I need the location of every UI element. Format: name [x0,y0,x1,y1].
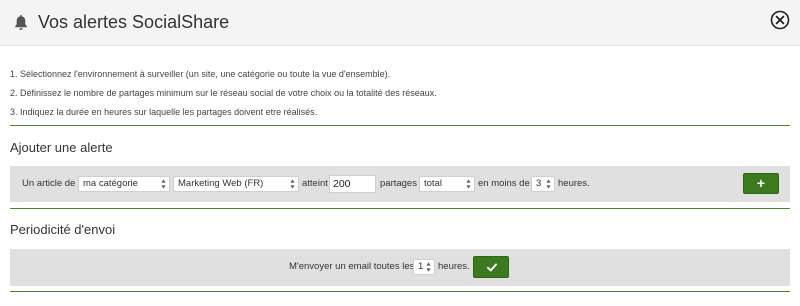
shares-label: partages [380,178,417,189]
select-arrows-icon [426,262,431,272]
add-alert-button[interactable]: + [743,173,779,194]
select-arrows-icon [546,179,551,189]
plus-icon: + [756,175,766,191]
modal-header: Vos alertes SocialShare [0,0,800,46]
section-divider [10,208,790,209]
within-label: en moins de [478,178,530,189]
instruction-step: 3. Indiquez la durée en heures sur laque… [10,107,318,117]
email-every-label: M'envoyer un email toutes les [289,261,415,272]
save-frequency-button[interactable] [473,256,509,278]
email-hours-label: heures. [438,261,470,272]
check-icon [487,263,497,272]
hours-label: heures. [558,178,590,189]
bell-icon [15,15,27,30]
network-select-value: total [424,178,442,189]
site-select-value: Marketing Web (FR) [178,178,264,189]
close-icon[interactable] [770,10,790,30]
instructions-list: 1. Sélectionnez l'environnement à survei… [10,68,437,125]
add-alert-title: Ajouter une alerte [10,140,113,155]
email-hours-select[interactable]: 1 [413,259,435,275]
reaches-label: atteint [302,178,328,189]
modal-title: Vos alertes SocialShare [38,12,230,32]
select-arrows-icon [290,179,295,189]
hours-select-value: 3 [536,178,542,189]
article-from-label: Un article de [22,178,76,189]
shares-count-input[interactable]: 200 [329,175,376,193]
site-select[interactable]: Marketing Web (FR) [173,176,299,192]
frequency-title: Periodicité d'envoi [10,222,116,237]
instruction-step: 2. Définissez le nombre de partages mini… [10,88,437,98]
frequency-form: M'envoyer un email toutes les 1 heures. [10,249,790,286]
section-divider [10,125,790,126]
select-arrows-icon [161,179,166,189]
select-arrows-icon [466,179,471,189]
category-select-value: ma catégorie [83,178,138,189]
instruction-step: 1. Sélectionnez l'environnement à survei… [10,69,391,79]
email-hours-select-value: 1 [418,261,424,272]
hours-select[interactable]: 3 [531,176,555,192]
add-alert-form: Un article de ma catégorie Marketing Web… [10,166,790,202]
category-select[interactable]: ma catégorie [78,176,170,192]
section-divider [10,291,790,292]
network-select[interactable]: total [419,176,475,192]
